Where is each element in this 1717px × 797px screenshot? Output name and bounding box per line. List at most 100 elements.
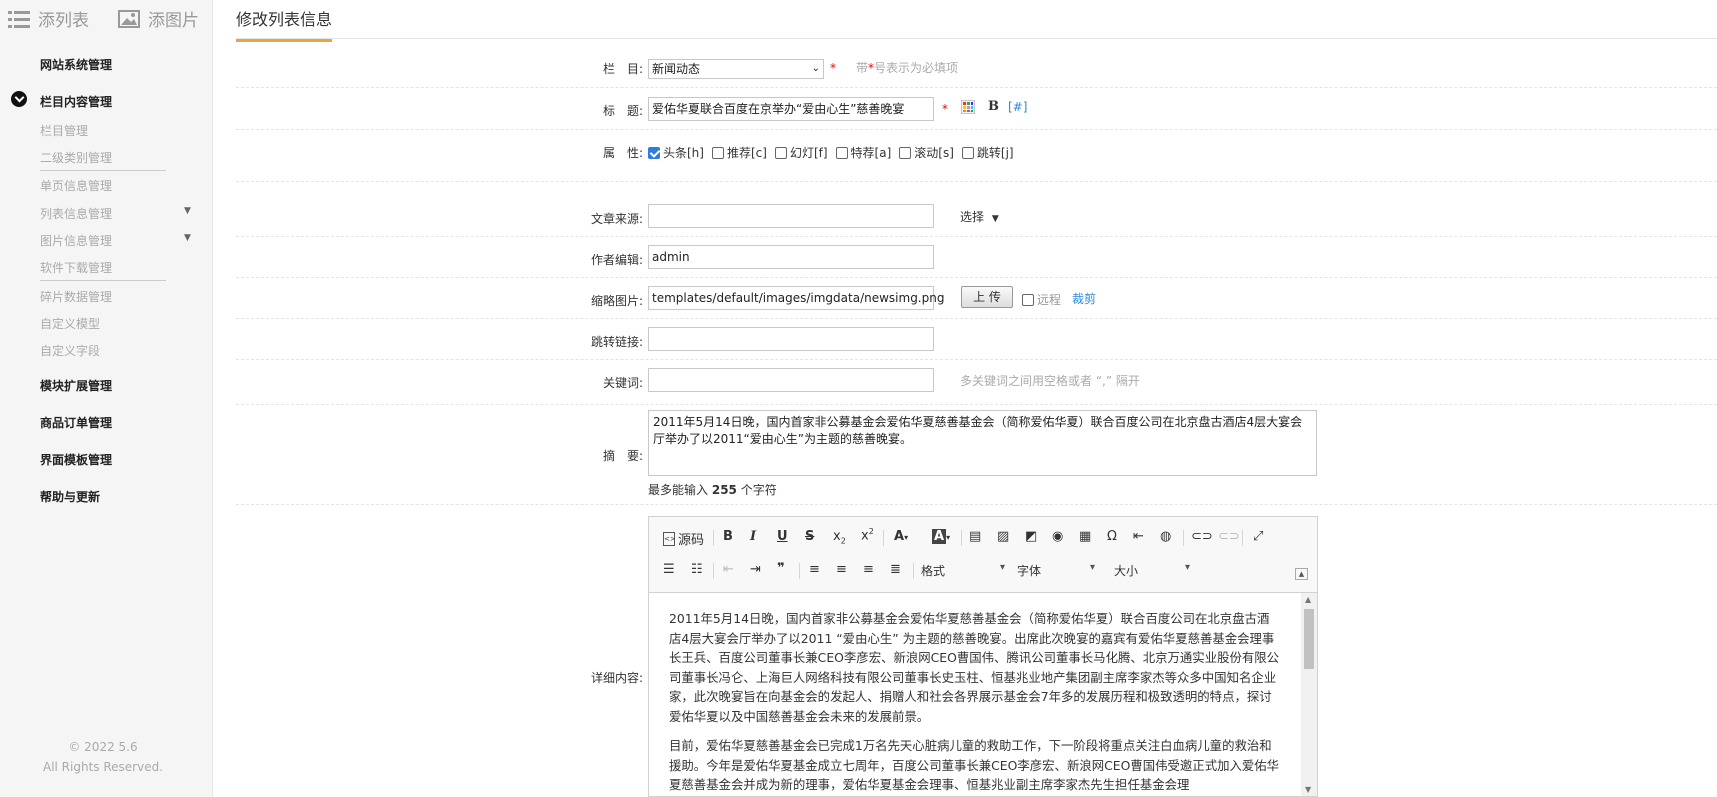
title-hash-button[interactable]: [#] <box>1008 100 1027 114</box>
color-picker-icon[interactable] <box>960 99 976 117</box>
copyright-rights: All Rights Reserved. <box>42 760 164 774</box>
sidebar-top-toolbar: 添列表 添图片 <box>0 2 213 32</box>
keywords-input[interactable] <box>648 368 934 392</box>
source-select-button[interactable]: 选择 ▼ <box>960 208 999 225</box>
form-row-jump-link: 跳转链接: <box>236 319 1717 360</box>
rich-text-editor[interactable]: <> 源码 B I U S x2 x2 A▾ A ▾ ▤ ▨ ◩ ◉ ▦ Ω ⇤ … <box>648 516 1318 797</box>
content-paragraph: 目前，爱佑华夏慈善基金会已完成1万名先天心脏病儿童的救助工作，下一阶段将重点关注… <box>669 738 1280 792</box>
checkbox[interactable] <box>1022 293 1034 306</box>
globe-icon[interactable]: ◍ <box>1160 529 1171 544</box>
tab-edit-list-info[interactable]: 修改列表信息 <box>236 6 332 42</box>
add-image-button[interactable]: 添图片 <box>118 6 199 31</box>
checkbox[interactable] <box>899 146 912 159</box>
ordered-list-icon[interactable]: ☰ <box>663 562 675 577</box>
format-combo[interactable]: 格式 <box>921 562 1005 582</box>
attr-checkbox-jump[interactable]: 跳转[j] <box>961 144 1014 161</box>
checkbox[interactable] <box>835 146 848 159</box>
horizontal-line-icon[interactable]: ⇤ <box>1133 529 1144 544</box>
summary-label: 摘 要: <box>602 449 643 463</box>
align-justify-icon[interactable]: ≣ <box>890 562 901 577</box>
align-right-icon[interactable]: ≡ <box>863 562 874 577</box>
attr-label: 特荐[a] <box>850 146 892 160</box>
nav-item-single-page[interactable]: 单页信息管理 <box>40 177 112 194</box>
font-combo[interactable]: 字体 <box>1017 562 1095 582</box>
scroll-down-icon[interactable]: ▼ <box>1305 785 1311 794</box>
unlink-icon[interactable]: ⊂⊃ <box>1218 529 1240 544</box>
blockquote-icon[interactable]: ❞ <box>777 561 785 576</box>
author-input[interactable]: admin <box>648 245 934 269</box>
align-center-icon[interactable]: ≡ <box>836 562 847 577</box>
summary-textarea[interactable]: 2011年5月14日晚，国内首家非公募基金会爱佑华夏慈善基金会（简称爱佑华夏）联… <box>648 410 1317 476</box>
column-select[interactable]: 新闻动态 ⌄ <box>648 59 824 79</box>
nav-group-column-content[interactable]: 栏目内容管理 <box>40 93 112 110</box>
text-color-icon[interactable]: A▾ <box>894 529 908 544</box>
flash-icon[interactable]: ◩ <box>1025 529 1037 544</box>
nav-group-order-manage[interactable]: 商品订单管理 <box>40 414 112 431</box>
add-list-button[interactable]: 添列表 <box>8 6 89 31</box>
nav-group-site-system[interactable]: 网站系统管理 <box>40 56 112 73</box>
editor-content[interactable]: 2011年5月14日晚，国内首家非公募基金会爱佑华夏慈善基金会（简称爱佑华夏）联… <box>649 593 1301 796</box>
align-left-icon[interactable]: ≡ <box>809 562 820 577</box>
column-select-value: 新闻动态 <box>652 62 701 76</box>
background-color-icon[interactable]: A ▾ <box>932 529 950 544</box>
nav-item-image-info[interactable]: 图片信息管理 <box>40 232 112 249</box>
copyright-version: © 2022 5.6 <box>68 740 138 754</box>
chevron-down-icon[interactable] <box>11 91 27 107</box>
paste-text-icon[interactable]: ▤ <box>969 529 981 544</box>
remote-checkbox[interactable]: 远程 <box>1022 291 1061 308</box>
nav-item-software-download[interactable]: 软件下载管理 <box>40 259 112 276</box>
collapse-toolbar-icon[interactable]: ▲ <box>1295 568 1308 580</box>
nav-item-fragment-data[interactable]: 碎片数据管理 <box>40 288 112 305</box>
editor-scrollbar[interactable]: ▲ ▼ <box>1301 593 1317 796</box>
toolbar-separator <box>799 563 800 579</box>
underline-icon[interactable]: U <box>777 529 788 544</box>
form-row-column: 栏 目: 新闻动态 ⌄ * 带*号表示为必填项 <box>236 40 1717 88</box>
attachment-icon[interactable]: ◉ <box>1052 529 1063 544</box>
nav-item-custom-field[interactable]: 自定义字段 <box>40 342 100 359</box>
expand-arrow-icon[interactable]: ▼ <box>184 206 191 216</box>
checkbox[interactable] <box>961 146 974 159</box>
superscript-icon[interactable]: x2 <box>861 527 874 543</box>
nav-item-list-info[interactable]: 列表信息管理 <box>40 205 112 222</box>
nav-group-module-extension[interactable]: 模块扩展管理 <box>40 377 112 394</box>
scroll-up-icon[interactable]: ▲ <box>1305 595 1311 604</box>
checkbox[interactable] <box>711 146 724 159</box>
bold-icon[interactable]: B <box>723 529 733 544</box>
link-icon[interactable]: ⊂⊃ <box>1191 529 1213 544</box>
scrollbar-thumb[interactable] <box>1304 609 1314 669</box>
indent-icon[interactable]: ⇥ <box>750 562 761 577</box>
subscript-icon[interactable]: x2 <box>833 529 846 546</box>
format-combo-label: 格式 <box>921 564 946 578</box>
unordered-list-icon[interactable]: ☷ <box>691 562 703 577</box>
nav-item-column-manage[interactable]: 栏目管理 <box>40 122 88 139</box>
table-icon[interactable]: ▦ <box>1079 529 1091 544</box>
special-char-icon[interactable]: Ω <box>1107 529 1117 544</box>
source-code-button[interactable]: <> 源码 <box>663 529 704 548</box>
attr-checkbox-recommend[interactable]: 推荐[c] <box>711 144 767 161</box>
bold-title-button[interactable]: B <box>988 99 999 114</box>
attr-checkbox-slide[interactable]: 幻灯[f] <box>774 144 828 161</box>
nav-item-custom-model[interactable]: 自定义模型 <box>40 315 100 332</box>
attr-checkbox-special[interactable]: 特荐[a] <box>835 144 892 161</box>
editor-toolbar: <> 源码 B I U S x2 x2 A▾ A ▾ ▤ ▨ ◩ ◉ ▦ Ω ⇤ … <box>649 517 1317 593</box>
thumbnail-input[interactable]: templates/default/images/imgdata/newsimg… <box>648 286 944 310</box>
crop-link[interactable]: 裁剪 <box>1072 290 1096 307</box>
source-input[interactable] <box>648 204 934 228</box>
checkbox-checked[interactable] <box>648 146 660 159</box>
nav-item-sub-category[interactable]: 二级类别管理 <box>40 149 112 166</box>
title-input[interactable]: 爱佑华夏联合百度在京举办“爱由心生”慈善晚宴 <box>648 97 934 121</box>
maximize-icon[interactable]: ⤢ <box>1253 529 1263 544</box>
size-combo[interactable]: 大小 <box>1114 562 1190 582</box>
nav-group-help-update[interactable]: 帮助与更新 <box>40 488 100 505</box>
expand-arrow-icon[interactable]: ▼ <box>184 233 191 243</box>
upload-button[interactable]: 上 传 <box>961 286 1013 308</box>
nav-group-template-manage[interactable]: 界面模板管理 <box>40 451 112 468</box>
image-icon[interactable]: ▨ <box>997 529 1009 544</box>
jump-link-input[interactable] <box>648 327 934 351</box>
checkbox[interactable] <box>774 146 787 159</box>
outdent-icon[interactable]: ⇤ <box>723 562 734 577</box>
italic-icon[interactable]: I <box>750 529 756 544</box>
attr-checkbox-headline[interactable]: 头条[h] <box>648 144 704 161</box>
strikethrough-icon[interactable]: S <box>805 529 814 544</box>
attr-checkbox-scroll[interactable]: 滚动[s] <box>899 144 954 161</box>
